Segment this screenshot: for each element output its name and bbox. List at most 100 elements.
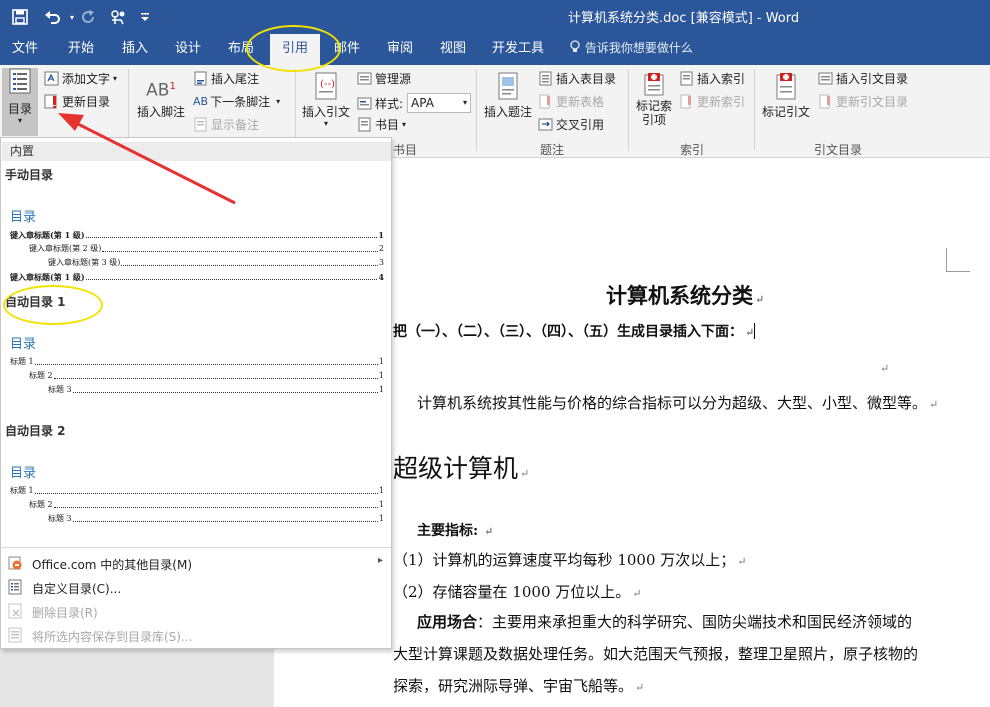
mark-entry-label: 标记索引项 xyxy=(635,99,672,127)
update-index-button[interactable]: 更新索引 xyxy=(679,93,745,110)
toc-button-label: 目录 xyxy=(7,102,32,116)
update-table-button[interactable]: 更新表格 xyxy=(538,93,604,110)
instruction-text: 把（一）、（二）、（三）、（四）、（五）生成目录插入下面： xyxy=(393,324,743,340)
indicator-item-2[interactable]: （2）存储容量在 1000 万位以上。 ↵ xyxy=(393,581,641,602)
update-table-of-authorities-label: 更新引文目录 xyxy=(836,95,909,109)
manual-toc-line-1: 键入章标题(第 1 级) 1 xyxy=(10,230,384,240)
endnote-icon xyxy=(194,71,207,86)
text-cursor xyxy=(754,323,756,339)
tab-file[interactable]: 文件 xyxy=(2,34,48,65)
auto-toc-1-line-3: 标题 31 xyxy=(48,385,384,394)
tab-insert[interactable]: 插入 xyxy=(112,34,158,65)
lightbulb-icon xyxy=(569,40,585,55)
mark-entry-button[interactable]: 标记索引项 xyxy=(632,71,676,127)
remove-toc-icon xyxy=(8,603,22,619)
show-notes-button[interactable]: 显示备注 xyxy=(193,116,259,133)
tell-me-box[interactable]: 告诉我你想要做什么 xyxy=(569,34,693,65)
instruction-line[interactable]: 把（一）、（二）、（三）、（四）、（五）生成目录插入下面： ↵ xyxy=(393,321,756,341)
next-footnote-icon: AB xyxy=(193,95,209,108)
next-footnote-button[interactable]: AB 下一条脚注 ▾ xyxy=(193,93,280,110)
main-indicator-label[interactable]: 主要指标: ↵ xyxy=(417,520,493,540)
intro-paragraph[interactable]: 计算机系统按其性能与价格的综合指标可以分为超级、大型、小型、微型等。 ↵ xyxy=(417,392,938,413)
group-captions-label: 题注 xyxy=(540,143,565,157)
application-line-1[interactable]: 应用场合：主要用来承担重大的科学研究、国防尖端技术和国民经济领域的 xyxy=(417,611,912,632)
insert-caption-button[interactable]: 插入题注 xyxy=(481,71,535,120)
insert-citation-button[interactable]: (--) 插入引文 ▾ xyxy=(299,71,353,128)
tab-view[interactable]: 视图 xyxy=(430,34,476,65)
tab-design[interactable]: 设计 xyxy=(165,34,211,65)
margin-crop-mark xyxy=(946,248,970,272)
application-line-2[interactable]: 大型计算课题及数据处理任务。如大范围天气预报，整理卫星照片，原子核物的 xyxy=(393,643,918,664)
auto-toc-2-title: 目录 xyxy=(10,466,37,481)
indicator-item-2-text: （2）存储容量在 1000 万位以上。 xyxy=(393,583,631,601)
menu-item-save-to-gallery[interactable]: 将所选内容保存到目录库(S)... xyxy=(2,624,391,646)
toc-dropdown-icon: ▾ xyxy=(17,116,22,125)
window-title: 计算机系统分类.doc [兼容模式] - Word xyxy=(568,11,800,26)
application-text: ：主要用来承担重大的科学研究、国防尖端技术和国民经济领域的 xyxy=(477,613,913,631)
auto-toc-1-title: 目录 xyxy=(10,337,37,352)
manual-toc-line-4: 键入章标题(第 1 级) 4 xyxy=(10,272,384,282)
tab-review[interactable]: 审阅 xyxy=(377,34,423,65)
insert-table-of-authorities-label: 插入引文目录 xyxy=(836,72,909,86)
manual-toc-title: 目录 xyxy=(10,210,37,225)
toc-option-manual[interactable]: 手动目录 目录 键入章标题(第 1 级) 1 键入章标题(第 2 级) 2 键入章标… xyxy=(2,162,391,284)
application-line-3-text: 探索，研究洲际导弹、宇宙飞船等。 xyxy=(393,677,634,695)
auto-toc-1-line-2: 标题 21 xyxy=(29,371,384,380)
menu-item-custom-toc[interactable]: 自定义目录(C)... xyxy=(2,576,391,598)
update-table-icon xyxy=(539,94,550,109)
undo-icon[interactable] xyxy=(40,6,66,28)
touch-mode-icon[interactable] xyxy=(106,6,130,28)
customize-qat-icon[interactable] xyxy=(138,6,152,28)
insert-table-of-authorities-button[interactable]: 插入引文目录 xyxy=(818,70,908,87)
menu-item-remove-toc[interactable]: 删除目录(R) xyxy=(2,600,391,622)
insert-index-button[interactable]: 插入索引 xyxy=(679,70,745,87)
undo-dropdown-icon[interactable]: ▾ xyxy=(66,6,78,28)
intro-text: 计算机系统按其性能与价格的综合指标可以分为超级、大型、小型、微型等。 xyxy=(417,394,928,412)
manage-sources-button[interactable]: 管理源 xyxy=(357,70,411,87)
insert-table-of-figures-button[interactable]: 插入表目录 xyxy=(538,70,616,87)
tab-home[interactable]: 开始 xyxy=(58,34,104,65)
indicator-item-1[interactable]: （1）计算机的运算速度平均每秒 1000 万次以上； ↵ xyxy=(393,549,746,570)
toc-gallery-dropdown: 内置 手动目录 目录 键入章标题(第 1 级) 1 键入章标题(第 2 级) 2 键… xyxy=(0,137,392,649)
manage-sources-icon xyxy=(357,72,372,85)
update-table-of-authorities-button[interactable]: 更新引文目录 xyxy=(818,93,908,110)
custom-toc-icon xyxy=(8,579,22,595)
style-dropdown[interactable]: APA ▾ xyxy=(407,93,472,113)
toc-option-auto-2[interactable]: 自动目录 2 目录 标题 11 标题 21 标题 31 xyxy=(2,418,391,528)
insert-footnote-label: 插入脚注 xyxy=(136,105,185,119)
insert-footnote-button[interactable]: AB1 插入脚注 xyxy=(135,73,187,120)
mark-citation-button[interactable]: 标记引文 xyxy=(759,71,813,120)
update-toc-button[interactable]: 更新目录 xyxy=(44,93,110,110)
bibliography-button[interactable]: 书目 ▾ xyxy=(357,116,406,133)
application-line-2-text: 大型计算课题及数据处理任务。如大范围天气预报，整理卫星照片，原子核物的 xyxy=(393,645,919,663)
auto-toc-2-line-2: 标题 21 xyxy=(29,500,384,509)
add-text-button[interactable]: 添加文字 ▾ xyxy=(44,70,117,87)
cross-reference-button[interactable]: 交叉引用 xyxy=(538,116,604,133)
insert-citation-label: 插入引文 xyxy=(301,105,350,119)
show-notes-icon xyxy=(194,117,207,132)
document-title[interactable]: 计算机系统分类 ↵ xyxy=(606,280,764,310)
highlight-ellipse-references-tab xyxy=(246,25,341,72)
insert-index-label: 插入索引 xyxy=(697,72,746,86)
heading-text: 超级计算机 xyxy=(393,454,519,483)
redo-icon[interactable] xyxy=(79,6,99,28)
style-selector[interactable]: 样式: APA ▾ xyxy=(357,93,472,113)
update-toc-label: 更新目录 xyxy=(62,95,111,109)
manual-toc-name: 手动目录 xyxy=(5,168,54,182)
builtin-header: 内置 xyxy=(2,142,391,161)
empty-paragraph-mark: ↵ xyxy=(880,362,890,375)
manual-toc-line-2: 键入章标题(第 2 级) 2 xyxy=(29,244,384,253)
highlight-ellipse-auto-toc xyxy=(3,285,103,325)
heading-supercomputer[interactable]: 超级计算机 ↵ xyxy=(393,449,529,485)
menu-item-office-toc[interactable]: Office.com 中的其他目录(M) ▸ xyxy=(2,552,391,574)
tab-developer[interactable]: 开发工具 xyxy=(486,34,550,65)
remove-toc-label: 删除目录(R) xyxy=(32,606,98,620)
insert-endnote-button[interactable]: 插入尾注 xyxy=(193,70,259,87)
save-icon[interactable] xyxy=(8,6,32,28)
toc-icon xyxy=(9,68,31,94)
style-label: 样式: xyxy=(375,96,404,111)
insert-table-of-figures-label: 插入表目录 xyxy=(556,72,617,86)
toc-button[interactable]: 目录 ▾ xyxy=(2,68,38,136)
application-line-3[interactable]: 探索，研究洲际导弹、宇宙飞船等。 ↵ xyxy=(393,675,644,696)
mark-entry-icon xyxy=(644,73,664,96)
